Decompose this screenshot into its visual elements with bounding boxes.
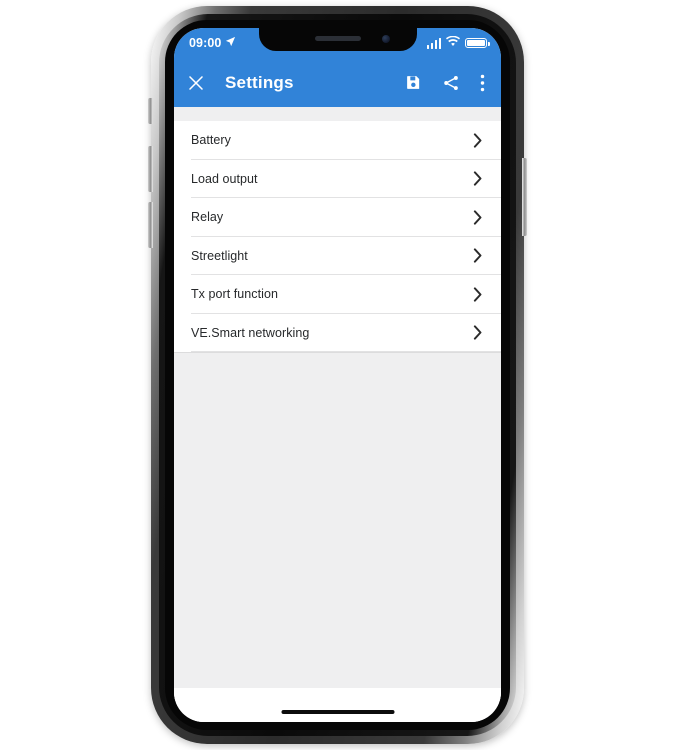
close-icon[interactable] [187, 74, 205, 92]
list-item-tx-port-function[interactable]: Tx port function [174, 275, 501, 314]
cellular-signal-icon [426, 37, 441, 49]
chevron-right-icon [472, 248, 484, 263]
wifi-icon [446, 34, 460, 52]
more-vertical-icon[interactable] [480, 74, 485, 92]
share-icon[interactable] [442, 74, 460, 92]
list-item-label: Relay [191, 210, 224, 225]
list-item-label: Streetlight [191, 248, 248, 263]
list-item-relay[interactable]: Relay [174, 198, 501, 237]
app-bar: Settings [174, 58, 501, 107]
page-stage: 09:00 Settings Battery Load output Relay… [0, 0, 675, 750]
list-item-label: Tx port function [191, 287, 278, 302]
list-item-streetlight[interactable]: Streetlight [174, 236, 501, 275]
front-camera-icon [381, 35, 390, 43]
list-item-load-output[interactable]: Load output [174, 159, 501, 198]
list-item-ve-smart-networking[interactable]: VE.Smart networking [174, 313, 501, 352]
list-item-label: Load output [191, 171, 258, 186]
location-arrow-icon [225, 34, 236, 52]
settings-list: Battery Load output Relay Streetlight Tx… [174, 121, 501, 352]
list-item-battery[interactable]: Battery [174, 121, 501, 160]
app-bar-actions [405, 74, 489, 92]
volume-down-button[interactable] [148, 202, 153, 248]
volume-up-button[interactable] [148, 146, 153, 192]
chevron-right-icon [472, 325, 484, 340]
mute-switch-button[interactable] [148, 98, 153, 124]
home-indicator[interactable] [281, 710, 394, 714]
screen-bottom-area [174, 688, 501, 722]
status-bar-left: 09:00 [189, 34, 236, 52]
page-title: Settings [225, 72, 294, 92]
earpiece-speaker-icon [314, 36, 361, 41]
chevron-right-icon [472, 171, 484, 186]
save-floppy-icon[interactable] [405, 74, 422, 91]
status-bar-clock: 09:00 [189, 36, 222, 50]
battery-full-icon [465, 37, 490, 49]
chevron-right-icon [472, 287, 484, 302]
device-notch [258, 28, 417, 51]
chevron-right-icon [472, 133, 484, 148]
list-bottom-divider [174, 352, 501, 353]
content-top-spacer [174, 107, 501, 121]
status-bar-right [426, 34, 490, 52]
phone-screen: 09:00 Settings Battery Load output Relay… [174, 28, 501, 722]
chevron-right-icon [472, 210, 484, 225]
power-side-button[interactable] [522, 158, 527, 236]
list-item-label: VE.Smart networking [191, 325, 310, 340]
settings-content: Battery Load output Relay Streetlight Tx… [174, 107, 501, 722]
list-item-label: Battery [191, 133, 231, 148]
